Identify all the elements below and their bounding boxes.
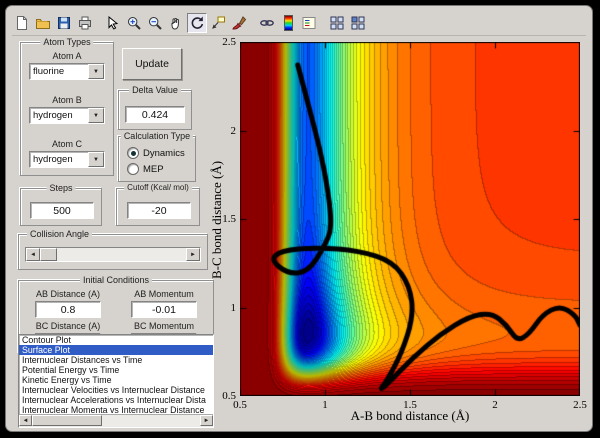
ab-momentum-label: AB Momentum bbox=[134, 289, 194, 299]
y-tick-label: 1 bbox=[230, 301, 237, 314]
chevron-down-icon[interactable]: ▼ bbox=[88, 108, 104, 123]
collision-angle-slider[interactable]: ◄ ► bbox=[25, 247, 201, 262]
list-item[interactable]: Internuclear Accelerations vs Internucle… bbox=[19, 395, 213, 405]
bc-momentum-label: BC Momentum bbox=[133, 321, 195, 331]
atom-b-value: hydrogen bbox=[33, 110, 73, 121]
edit-plot-icon[interactable] bbox=[103, 13, 123, 33]
list-horizontal-scrollbar[interactable]: ◄ ► bbox=[19, 414, 213, 427]
atom-c-value: hydrogen bbox=[33, 154, 73, 165]
slider-right-arrow-icon[interactable]: ► bbox=[186, 248, 200, 261]
data-cursor-icon[interactable] bbox=[208, 13, 228, 33]
slider-thumb[interactable] bbox=[40, 248, 57, 261]
y-tick-label: 2 bbox=[230, 124, 237, 137]
radio-dot-icon bbox=[127, 163, 139, 175]
zoom-out-icon[interactable] bbox=[145, 13, 165, 33]
cutoff-field[interactable] bbox=[127, 202, 191, 219]
x-tick-label: 2 bbox=[492, 399, 498, 411]
cutoff-group: Cutoff (Kcal/ mol) bbox=[116, 183, 200, 226]
calculation-type-group: Calculation Type Dynamics MEP bbox=[118, 131, 196, 182]
collision-angle-group: Collision Angle ◄ ► bbox=[18, 229, 208, 270]
x-tick-label: 2.5 bbox=[573, 399, 587, 411]
zoom-in-icon[interactable] bbox=[124, 13, 144, 33]
x-tick-label: 1.5 bbox=[403, 399, 417, 411]
atom-b-label: Atom B bbox=[52, 95, 82, 105]
insert-colorbar-icon[interactable] bbox=[278, 13, 298, 33]
radio-mep[interactable]: MEP bbox=[127, 163, 164, 175]
y-tick-label: 0.5 bbox=[222, 390, 236, 402]
chevron-down-icon[interactable]: ▼ bbox=[88, 64, 104, 79]
atom-a-dropdown[interactable]: fluorine ▼ bbox=[29, 63, 105, 80]
ab-distance-field[interactable] bbox=[35, 301, 101, 318]
insert-legend-icon[interactable] bbox=[299, 13, 319, 33]
delta-value-field[interactable] bbox=[125, 106, 185, 123]
scroll-left-arrow-icon[interactable]: ◄ bbox=[19, 415, 32, 426]
atom-c-dropdown[interactable]: hydrogen ▼ bbox=[29, 151, 105, 168]
print-figure-icon[interactable] bbox=[75, 13, 95, 33]
atom-types-group: Atom Types Atom A fluorine ▼ Atom B hydr… bbox=[20, 37, 114, 176]
atom-a-value: fluorine bbox=[33, 66, 65, 77]
initial-conditions-title: Initial Conditions bbox=[79, 275, 153, 285]
y-tick-label: 2.5 bbox=[222, 36, 236, 48]
toolbar-separator bbox=[96, 14, 103, 32]
save-figure-icon[interactable] bbox=[54, 13, 74, 33]
open-file-icon[interactable] bbox=[33, 13, 53, 33]
cutoff-title: Cutoff (Kcal/ mol) bbox=[124, 183, 192, 192]
list-item[interactable]: Contour Plot bbox=[19, 335, 213, 345]
delta-value-title: Delta Value bbox=[129, 85, 181, 95]
calculation-type-title: Calculation Type bbox=[120, 131, 194, 141]
steps-field[interactable] bbox=[30, 202, 94, 219]
steps-group: Steps bbox=[20, 183, 102, 226]
colorbar-glyph bbox=[283, 14, 293, 31]
rotate-3d-icon[interactable] bbox=[187, 12, 207, 33]
list-item[interactable]: Potential Energy vs Time bbox=[19, 365, 213, 375]
x-tick-label: 1 bbox=[322, 399, 328, 411]
atom-b-dropdown[interactable]: hydrogen ▼ bbox=[29, 107, 105, 124]
show-plot-tools-icon[interactable] bbox=[348, 13, 368, 33]
ab-distance-label: AB Distance (A) bbox=[35, 289, 101, 299]
atom-c-label: Atom C bbox=[51, 139, 82, 149]
pan-hand-icon[interactable] bbox=[166, 13, 186, 33]
ab-momentum-field[interactable] bbox=[131, 301, 197, 318]
steps-title: Steps bbox=[46, 183, 76, 193]
update-button[interactable]: Update bbox=[122, 48, 182, 80]
plot-area: A-B bond distance (Å) B-C bond distance … bbox=[206, 32, 594, 432]
radio-mep-label: MEP bbox=[143, 163, 164, 175]
chevron-down-icon[interactable]: ▼ bbox=[88, 152, 104, 167]
app-window: Atom Types Atom A fluorine ▼ Atom B hydr… bbox=[5, 5, 593, 432]
bc-distance-label: BC Distance (A) bbox=[35, 321, 101, 331]
hide-plot-tools-icon[interactable] bbox=[327, 13, 347, 33]
list-item[interactable]: Internuclear Velocities vs Internuclear … bbox=[19, 385, 213, 395]
radio-dot-icon bbox=[127, 147, 139, 159]
new-figure-icon[interactable] bbox=[12, 13, 32, 33]
atom-a-label: Atom A bbox=[52, 51, 82, 61]
radio-dynamics[interactable]: Dynamics bbox=[127, 147, 185, 159]
y-tick-label: 1.5 bbox=[222, 213, 236, 225]
toolbar-separator bbox=[250, 14, 257, 32]
slider-left-arrow-icon[interactable]: ◄ bbox=[26, 248, 40, 261]
pes-canvas[interactable] bbox=[240, 42, 580, 396]
toolbar-separator bbox=[320, 14, 327, 32]
plot-type-listbox: Contour Plot Surface Plot Internuclear D… bbox=[18, 334, 214, 428]
delta-value-group: Delta Value bbox=[118, 85, 192, 130]
list-item[interactable]: Kinetic Energy vs Time bbox=[19, 375, 213, 385]
collision-angle-title: Collision Angle bbox=[27, 229, 93, 239]
link-plot-icon[interactable] bbox=[257, 13, 277, 33]
radio-dynamics-label: Dynamics bbox=[143, 147, 185, 159]
brush-icon[interactable] bbox=[229, 13, 249, 33]
list-item[interactable]: Internuclear Distances vs Time bbox=[19, 355, 213, 365]
list-item[interactable]: Surface Plot bbox=[19, 345, 213, 355]
atom-types-title: Atom Types bbox=[40, 37, 94, 47]
scrollbar-thumb[interactable] bbox=[32, 415, 102, 426]
